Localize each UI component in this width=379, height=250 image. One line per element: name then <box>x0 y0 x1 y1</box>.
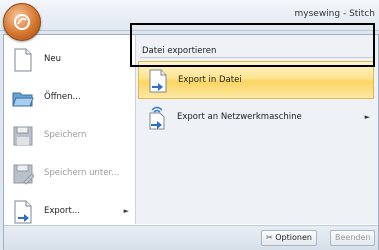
new-document-icon <box>12 48 34 72</box>
submenu-arrow-icon: ► <box>123 207 129 215</box>
menu-item-label: Speichern <box>44 130 87 140</box>
menu-item-open[interactable]: Öffnen... <box>4 79 135 117</box>
exit-button-label: Beenden <box>335 233 371 242</box>
export-network-icon <box>146 106 168 130</box>
submenu-item-label: Export in Datei <box>178 75 242 85</box>
app-logo-icon <box>14 14 30 30</box>
open-folder-icon <box>12 86 34 110</box>
window-title: mysewing - Stitch <box>294 9 376 19</box>
submenu-item-label: Export an Netzwerkmaschine <box>177 112 302 122</box>
submenu-arrow-icon: ► <box>364 113 370 121</box>
application-menu-button[interactable] <box>3 3 41 41</box>
export-file-icon <box>147 69 169 93</box>
menu-item-label: Öffnen... <box>44 92 81 102</box>
menu-item-label: Export... <box>44 206 80 216</box>
save-as-disk-icon <box>12 162 35 186</box>
save-disk-icon <box>12 124 34 148</box>
menu-item-label: Neu <box>44 54 61 64</box>
highlight-callout-frame <box>130 23 375 67</box>
submenu-item-export-to-network-machine[interactable]: Export an Netzwerkmaschine ► <box>138 99 374 137</box>
menu-item-label: Speichern unter... <box>44 168 120 178</box>
options-button[interactable]: ✂ Optionen <box>261 230 317 246</box>
menu-footer: ✂ Optionen Beenden <box>4 225 378 250</box>
menu-item-new[interactable]: Neu <box>4 41 135 79</box>
menu-item-save[interactable]: Speichern <box>4 117 135 155</box>
options-icon: ✂ <box>266 233 273 242</box>
menu-item-save-as[interactable]: Speichern unter... <box>4 155 135 193</box>
options-button-label: Optionen <box>275 233 312 242</box>
export-document-icon <box>12 200 34 224</box>
exit-button[interactable]: Beenden <box>330 230 376 246</box>
menu-left-column: Neu Öffnen... Speichern Speichern unter.… <box>4 35 136 224</box>
